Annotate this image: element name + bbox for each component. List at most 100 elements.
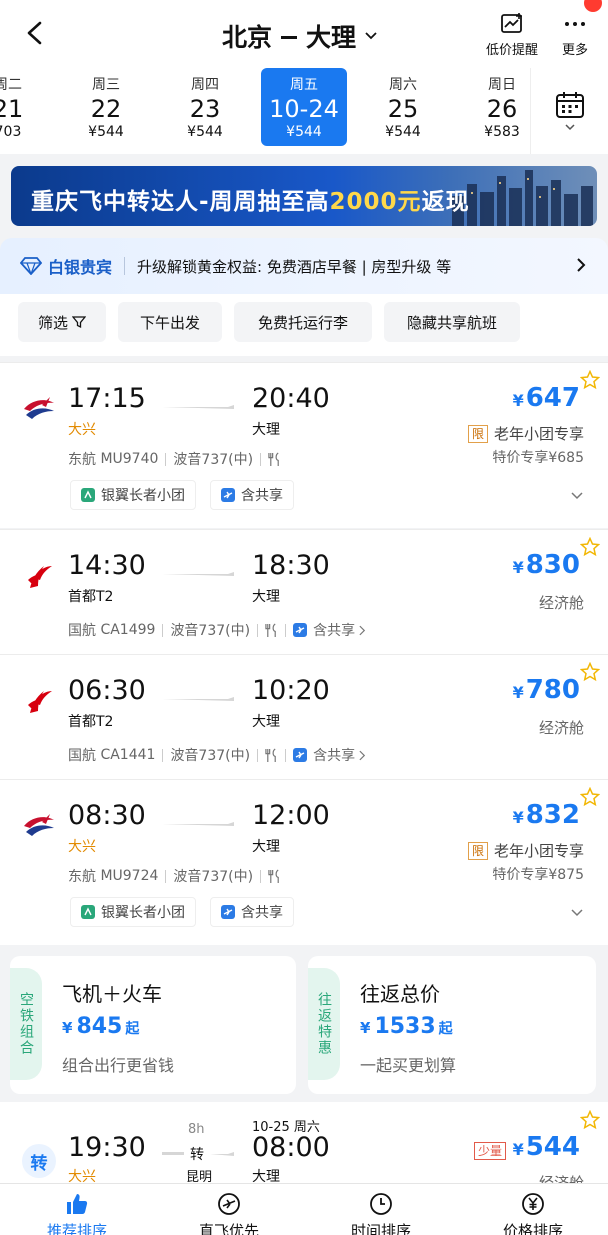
- airline-name: 东航: [68, 452, 96, 468]
- divider: [124, 257, 126, 275]
- air-rail-combo-card[interactable]: 空铁组合 飞机＋火车 ¥845 起 组合出行更省钱: [10, 956, 296, 1094]
- promo-tag: 限老年小团专享: [467, 840, 584, 861]
- star-icon[interactable]: [580, 370, 600, 390]
- flight-price: ¥832: [513, 800, 580, 830]
- arrival-airport: 大理: [252, 714, 280, 730]
- round-trip-card[interactable]: 往返特惠 往返总价 ¥1533 起 一起买更划算: [308, 956, 596, 1094]
- date-day: 25: [387, 95, 419, 123]
- flight-card[interactable]: 06:30 10:20 首都T2 大理 国航 CA1441 波音737(中) 含…: [0, 654, 608, 779]
- flight-line: [210, 1152, 234, 1156]
- sort-by-time[interactable]: 时间排序: [326, 1192, 436, 1235]
- promo-text: 老年小团专享: [493, 425, 584, 443]
- sort-recommended[interactable]: 推荐排序: [22, 1192, 132, 1235]
- date-price: ¥544: [187, 124, 223, 140]
- share-label[interactable]: 含共享: [313, 745, 355, 765]
- arrival-time: 10:20: [252, 675, 330, 706]
- promo-banner[interactable]: 重庆飞中转达人-周周抽至高2000元返现: [11, 166, 597, 226]
- date-weekday: 周四: [191, 77, 219, 93]
- bottom-sort-bar: 推荐排序 直飞优先 时间排序 价格排序: [0, 1183, 608, 1235]
- date-weekday: 周六: [389, 77, 417, 93]
- flight-line: [162, 822, 234, 826]
- back-button[interactable]: [20, 18, 50, 48]
- date-day: 10-24: [269, 95, 339, 123]
- sort-direct-first[interactable]: 直飞优先: [174, 1192, 284, 1235]
- flight-price: ¥780: [513, 675, 580, 705]
- flight-meta: 国航 CA1441 波音737(中) 含共享: [68, 745, 366, 765]
- flight-card[interactable]: 17:15 20:40 大兴 大理 东航 MU9740 波音737(中) ¥64…: [0, 362, 608, 528]
- special-price: 特价专享¥875: [492, 867, 584, 883]
- departure-airport: 首都T2: [68, 714, 114, 730]
- calendar-button[interactable]: [530, 68, 608, 154]
- flight-price: ¥544: [513, 1132, 580, 1162]
- filter-label: 隐藏共享航班: [406, 313, 497, 332]
- group-tag: 银翼长者小团: [70, 480, 196, 510]
- date-item-selected[interactable]: 周五 10-24 ¥544: [261, 68, 347, 146]
- date-weekday: 周五: [290, 77, 318, 93]
- flight-line: [162, 697, 234, 701]
- filter-afternoon[interactable]: 下午出发: [118, 302, 222, 342]
- banner-tail: 返现: [421, 189, 470, 215]
- star-icon[interactable]: [580, 662, 600, 682]
- divider: [285, 748, 287, 762]
- departure-airport: 大兴: [68, 839, 96, 855]
- combo-side-label: 往返特惠: [308, 968, 340, 1080]
- route-title[interactable]: 北京 大理: [222, 18, 378, 54]
- share-tag-label: 含共享: [241, 905, 283, 921]
- flight-card[interactable]: 08:30 12:00 大兴 大理 东航 MU9724 波音737(中) ¥83…: [0, 779, 608, 945]
- star-icon[interactable]: [580, 537, 600, 557]
- date-item[interactable]: 周二 21 703: [0, 74, 56, 148]
- destination-city: 大理: [306, 23, 357, 52]
- departure-time: 08:30: [68, 800, 146, 831]
- divider: [257, 748, 259, 762]
- plane-share-icon: [293, 623, 308, 637]
- star-icon[interactable]: [580, 1110, 600, 1130]
- group-tag: 银翼长者小团: [70, 897, 196, 927]
- chevron-down-icon: [365, 32, 377, 40]
- group-icon: [81, 488, 95, 502]
- arrival-time: 18:30: [252, 550, 330, 581]
- share-label[interactable]: 含共享: [313, 620, 355, 640]
- yen-circle-icon: [522, 1193, 544, 1215]
- date-item[interactable]: 周六 25 ¥544: [355, 74, 451, 148]
- combo-subtitle: 组合出行更省钱: [62, 1056, 175, 1075]
- arrival-time: 12:00: [252, 800, 330, 831]
- share-tag: 含共享: [210, 897, 294, 927]
- date-day: 23: [189, 95, 221, 123]
- chevron-right-icon: [577, 258, 586, 272]
- flight-card[interactable]: 14:30 18:30 首都T2 大理 国航 CA1499 波音737(中) 含…: [0, 529, 608, 654]
- chevron-right-icon: [359, 750, 366, 760]
- chevron-down-icon[interactable]: [570, 908, 584, 917]
- price-alert-button[interactable]: 低价提醒: [486, 12, 538, 58]
- scarcity-tag: 少量: [474, 1142, 507, 1160]
- filter-label: 筛选: [37, 313, 68, 332]
- date-price: 703: [0, 124, 22, 140]
- clock-icon: [370, 1193, 392, 1215]
- price-value: 830: [525, 550, 580, 580]
- price-from: 起: [125, 1021, 140, 1037]
- sort-by-price[interactable]: 价格排序: [478, 1192, 588, 1235]
- aircraft-type: 波音737(中): [170, 623, 251, 639]
- promo-text: 老年小团专享: [493, 842, 584, 860]
- flight-line: [162, 405, 234, 409]
- chevron-down-icon: [564, 124, 575, 131]
- filter-button[interactable]: 筛选: [18, 302, 106, 342]
- combo-side-label: 空铁组合: [10, 968, 42, 1080]
- more-button[interactable]: 更多: [562, 12, 588, 58]
- filter-free-luggage[interactable]: 免费托运行李: [234, 302, 372, 342]
- flight-line: [162, 572, 234, 576]
- via-label: 转: [190, 1147, 204, 1163]
- group-tag-label: 银翼长者小团: [101, 905, 185, 921]
- chevron-down-icon[interactable]: [570, 491, 584, 500]
- arrival-time: 20:40: [252, 383, 330, 414]
- divider: [260, 869, 262, 883]
- date-item[interactable]: 周三 22 ¥544: [58, 74, 154, 148]
- star-icon[interactable]: [580, 787, 600, 807]
- combo-price: ¥1533 起: [360, 1014, 453, 1039]
- meal-icon: [265, 747, 276, 762]
- flight-list-page: 北京 大理 低价提醒 更多 周二 21 703 周三 22 ¥544 周四 23: [0, 0, 608, 1235]
- limit-badge: 限: [467, 424, 488, 443]
- date-item[interactable]: 周四 23 ¥544: [157, 74, 253, 148]
- filter-hide-shared[interactable]: 隐藏共享航班: [384, 302, 520, 342]
- member-benefits-row[interactable]: 白银贵宾 升级解锁黄金权益: 免费酒店早餐 | 房型升级 等: [0, 238, 608, 294]
- date-price: ¥544: [88, 124, 124, 140]
